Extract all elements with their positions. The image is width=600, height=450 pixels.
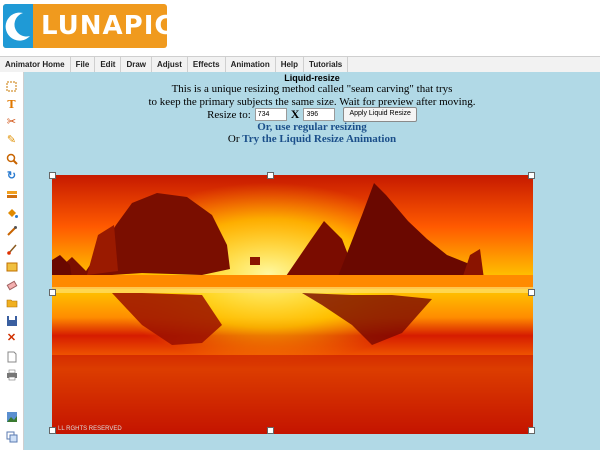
menu-effects[interactable]: Effects	[188, 57, 226, 72]
image-watermark: LL RGHTS RESERVED	[58, 426, 122, 432]
image-canvas[interactable]: LL RGHTS RESERVED	[52, 175, 533, 434]
description-line-1: This is a unique resizing method called …	[171, 83, 453, 95]
print-icon[interactable]	[5, 368, 18, 381]
eraser-icon[interactable]	[5, 278, 18, 291]
menu-adjust[interactable]: Adjust	[152, 57, 188, 72]
page-title: Liquid-resize	[284, 73, 340, 83]
apply-liquid-resize-button[interactable]: Apply Liquid Resize	[343, 107, 417, 122]
menu-tutorials[interactable]: Tutorials	[304, 57, 349, 72]
menu-draw[interactable]: Draw	[121, 57, 153, 72]
zoom-icon[interactable]	[5, 152, 18, 165]
brush-icon[interactable]	[5, 242, 18, 255]
pencil-icon[interactable]: ✎	[5, 134, 18, 147]
crop-icon[interactable]	[5, 260, 18, 273]
logo-text: LUNAPIC	[41, 11, 175, 41]
menu-animator-home[interactable]: Animator Home	[0, 57, 71, 72]
save-icon[interactable]	[5, 314, 18, 327]
resize-handle-left[interactable]	[49, 289, 56, 296]
resize-handle-top[interactable]	[267, 172, 274, 179]
sunset-sea-stacks-photo	[52, 175, 533, 434]
menu-bar: Animator Home File Edit Draw Adjust Effe…	[0, 56, 600, 73]
menu-help[interactable]: Help	[276, 57, 305, 72]
liquid-resize-animation-link[interactable]: Try the Liquid Resize Animation	[242, 133, 396, 145]
layers-icon[interactable]	[5, 188, 18, 201]
text-icon[interactable]: T	[5, 98, 18, 111]
header: LUNAPIC	[0, 0, 600, 56]
resize-handle-bottom-left[interactable]	[49, 427, 56, 434]
paint-bucket-icon[interactable]	[5, 206, 18, 219]
dimension-separator: X	[290, 107, 300, 121]
animation-link-line: Or Try the Liquid Resize Animation	[24, 133, 600, 145]
rotate-icon[interactable]: ↻	[5, 170, 18, 183]
resize-handle-right[interactable]	[528, 289, 535, 296]
resize-handle-bottom-right[interactable]	[528, 427, 535, 434]
regular-resize-link[interactable]: Or, use regular resizing	[24, 121, 600, 133]
lunapic-logo[interactable]: LUNAPIC	[3, 4, 173, 48]
menu-animation[interactable]: Animation	[226, 57, 276, 72]
scissors-icon[interactable]: ✂	[5, 116, 18, 129]
width-input[interactable]: 734	[254, 108, 287, 121]
new-file-icon[interactable]	[5, 350, 18, 363]
close-icon[interactable]: ✕	[5, 332, 18, 345]
liquid-resize-panel: Liquid-resize This is a unique resizing …	[24, 72, 600, 450]
eyedropper-icon[interactable]	[5, 224, 18, 237]
resize-handle-bottom[interactable]	[267, 427, 274, 434]
resize-row: Resize to: 734 X 396 Apply Liquid Resize	[24, 107, 600, 122]
resize-handle-top-right[interactable]	[528, 172, 535, 179]
menu-edit[interactable]: Edit	[95, 57, 122, 72]
tool-sidebar: T ✂ ✎ ↻ ✕	[0, 72, 24, 450]
copy-icon[interactable]	[5, 430, 18, 443]
image-icon[interactable]	[5, 410, 18, 423]
resize-label: Resize to:	[207, 108, 251, 121]
resize-handle-top-left[interactable]	[49, 172, 56, 179]
open-folder-icon[interactable]	[5, 296, 18, 309]
height-input[interactable]: 396	[303, 108, 336, 121]
animation-prefix: Or	[227, 133, 240, 145]
select-icon[interactable]	[5, 80, 18, 93]
moon-logo-icon	[3, 4, 33, 48]
menu-file[interactable]: File	[71, 57, 96, 72]
